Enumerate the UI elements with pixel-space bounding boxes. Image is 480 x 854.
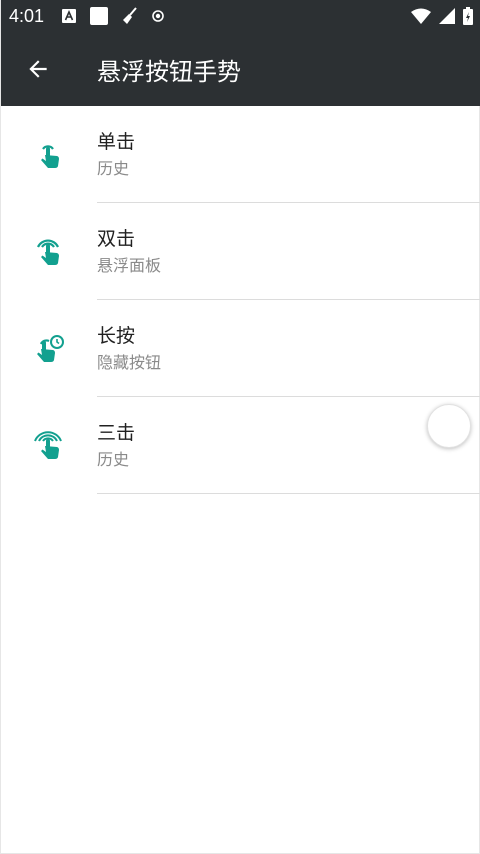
divider — [97, 493, 480, 494]
list-item-single-tap[interactable]: 单击 历史 — [1, 106, 480, 203]
item-subtitle: 历史 — [97, 159, 130, 178]
broom-icon — [122, 7, 138, 25]
list-item-triple-tap[interactable]: 三击 历史 — [1, 397, 480, 494]
system-icons — [411, 7, 473, 25]
page-title: 悬浮按钮手势 — [97, 57, 241, 86]
floating-button[interactable] — [427, 404, 471, 448]
item-subtitle: 历史 — [97, 450, 130, 469]
screen: 4:01 悬浮按钮手势 单击 历史 双击 悬浮面板 长按 隐藏按钮 三击 历史 — [0, 0, 480, 854]
white-square-icon — [90, 7, 109, 25]
item-subtitle: 悬浮面板 — [97, 256, 162, 275]
gesture-list: 单击 历史 双击 悬浮面板 长按 隐藏按钮 三击 历史 — [1, 106, 480, 494]
signal-icon — [439, 8, 455, 24]
status-bar: 4:01 — [1, 0, 480, 32]
status-time: 4:01 — [9, 5, 45, 26]
item-title: 双击 — [97, 228, 136, 250]
record-icon — [152, 10, 164, 22]
list-item-long-press[interactable]: 长按 隐藏按钮 — [1, 300, 480, 397]
item-title: 单击 — [97, 131, 136, 153]
arrow-back-icon — [29, 60, 47, 78]
item-subtitle: 隐藏按钮 — [97, 353, 162, 372]
back-button[interactable] — [1, 32, 75, 106]
font-a-icon — [62, 9, 77, 23]
app-bar: 悬浮按钮手势 — [1, 32, 480, 106]
triple-tap-icon — [34, 431, 62, 459]
double-tap-icon — [37, 239, 59, 265]
battery-charging-icon — [463, 7, 473, 25]
notification-icons — [62, 7, 164, 25]
long-press-icon — [37, 335, 64, 362]
item-title: 三击 — [97, 422, 136, 444]
wifi-icon — [411, 8, 431, 24]
single-tap-icon — [41, 145, 59, 168]
item-title: 长按 — [97, 325, 136, 347]
list-item-double-tap[interactable]: 双击 悬浮面板 — [1, 203, 480, 300]
